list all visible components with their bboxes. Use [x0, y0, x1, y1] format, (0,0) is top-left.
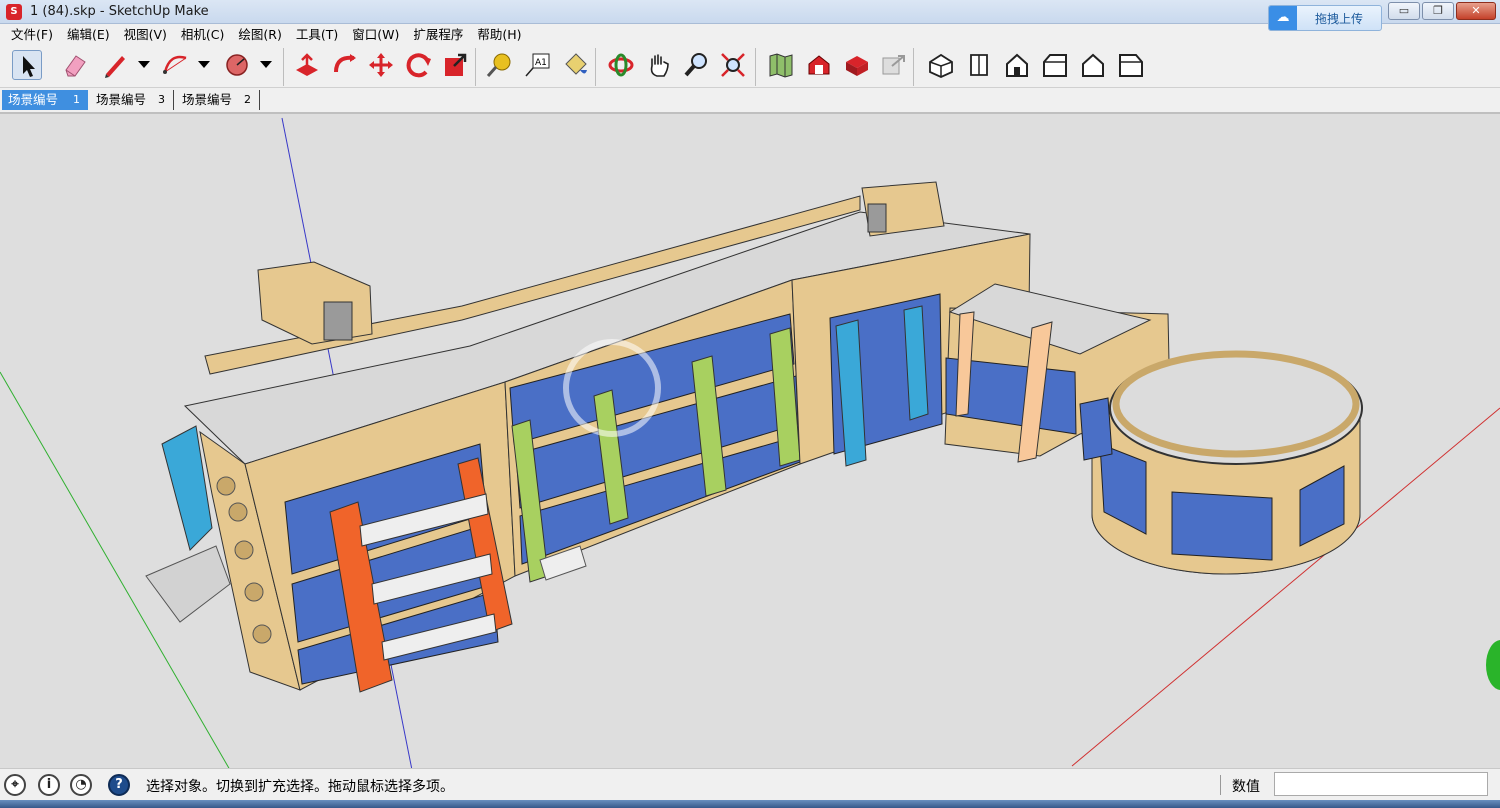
push-pull-tool-icon[interactable] — [292, 50, 322, 80]
scene-tab-3[interactable]: 场景编号 3 — [90, 90, 174, 110]
scene-tab-2[interactable]: 场景编号 2 — [176, 90, 260, 110]
entrance-ramp — [145, 545, 231, 623]
top-view-icon[interactable] — [964, 50, 994, 80]
porthole-window — [234, 540, 254, 560]
minimize-button[interactable]: ▭ — [1388, 2, 1420, 20]
menu-view[interactable]: 视图(V) — [117, 24, 174, 46]
user-icon[interactable]: ◔ — [70, 774, 92, 796]
scene-tab-number: 3 — [158, 93, 165, 106]
orbit-tool-icon[interactable] — [606, 50, 636, 80]
extension-warehouse-icon[interactable] — [842, 50, 872, 80]
front-view-icon[interactable] — [1002, 50, 1032, 80]
left-view-icon[interactable] — [1116, 50, 1146, 80]
scale-tool-icon[interactable] — [440, 50, 470, 80]
zoom-tool-icon[interactable] — [682, 50, 712, 80]
measurement-input[interactable] — [1274, 772, 1488, 796]
line-dropdown-arrow[interactable] — [138, 61, 150, 68]
scene-tab-number: 1 — [73, 93, 80, 106]
pencil-line-tool-icon[interactable] — [100, 50, 130, 80]
pavilion-link-glass — [1079, 397, 1113, 461]
cloud-upload-icon: ☁ — [1269, 6, 1297, 30]
menu-file[interactable]: 文件(F) — [4, 24, 60, 46]
scene-tab-label: 场景编号 — [182, 92, 233, 107]
right-view-icon[interactable] — [1040, 50, 1070, 80]
zoom-extents-tool-icon[interactable] — [718, 50, 748, 80]
porthole-window — [216, 476, 236, 496]
shape-tool-icon[interactable] — [222, 50, 252, 80]
iso-view-icon[interactable] — [926, 50, 956, 80]
stair-tower-right-door — [867, 203, 887, 233]
stair-tower-left — [257, 261, 373, 345]
upload-label: 拖拽上传 — [1315, 11, 1364, 26]
menu-edit[interactable]: 编辑(E) — [60, 24, 117, 46]
scene-tab-label: 场景编号 — [8, 92, 59, 107]
sketchup-logo-icon: S — [6, 4, 22, 20]
close-button[interactable]: ✕ — [1456, 2, 1496, 20]
select-tool-icon[interactable] — [12, 50, 42, 80]
rotate-tool-icon[interactable] — [404, 50, 434, 80]
help-icon[interactable]: ? — [108, 774, 130, 796]
info-icon[interactable]: i — [38, 774, 60, 796]
tape-measure-tool-icon[interactable] — [484, 50, 514, 80]
status-bar: ⌖ i ◔ ? 选择对象。切换到扩充选择。拖动鼠标选择多项。 数值 — [0, 768, 1500, 800]
pavilion-glass-front — [1171, 491, 1273, 561]
window-controls: ▭ ❐ ✕ — [1388, 2, 1496, 20]
menu-window[interactable]: 窗口(W) — [345, 24, 406, 46]
scene-tab-number: 2 — [244, 93, 251, 106]
restore-button[interactable]: ❐ — [1422, 2, 1454, 20]
paint-bucket-tool-icon[interactable] — [560, 50, 590, 80]
location-icon[interactable]: ⌖ — [4, 774, 26, 796]
porthole-window — [244, 582, 264, 602]
arc-tool-icon[interactable] — [160, 50, 190, 80]
shape-dropdown-arrow[interactable] — [260, 61, 272, 68]
measurement-label: 数值 — [1232, 779, 1260, 795]
scene-tab-label: 场景编号 — [96, 92, 147, 107]
move-tool-icon[interactable] — [366, 50, 396, 80]
drag-upload-button[interactable]: ☁ 拖拽上传 — [1268, 5, 1382, 31]
pan-tool-icon[interactable] — [644, 50, 674, 80]
scene-tabs-bar: 场景编号 1 场景编号 3 场景编号 2 — [0, 88, 1500, 112]
window-title: 1 (84).skp - SketchUp Make — [30, 4, 209, 19]
scene-tab-1[interactable]: 场景编号 1 — [2, 90, 88, 110]
menu-extensions[interactable]: 扩展程序 — [406, 24, 470, 46]
main-toolbar: A1 — [0, 46, 1500, 88]
measurement-divider — [1220, 775, 1221, 795]
menu-help[interactable]: 帮助(H) — [470, 24, 528, 46]
text-tool-icon[interactable]: A1 — [522, 50, 552, 80]
status-message: 选择对象。切换到扩充选择。拖动鼠标选择多项。 — [146, 779, 454, 795]
stair-tower-door — [323, 301, 353, 341]
arc-dropdown-arrow[interactable] — [198, 61, 210, 68]
map-location-icon[interactable] — [766, 50, 796, 80]
svg-text:A1: A1 — [535, 58, 547, 68]
menu-camera[interactable]: 相机(C) — [174, 24, 231, 46]
menu-tools[interactable]: 工具(T) — [289, 24, 345, 46]
eraser-tool-icon[interactable] — [60, 50, 90, 80]
menu-draw[interactable]: 绘图(R) — [231, 24, 288, 46]
back-view-icon[interactable] — [1078, 50, 1108, 80]
warehouse-icon[interactable] — [804, 50, 834, 80]
os-taskbar — [0, 800, 1500, 808]
porthole-window — [228, 502, 248, 522]
follow-me-tool-icon[interactable] — [330, 50, 360, 80]
share-model-icon[interactable] — [878, 50, 908, 80]
model-viewport[interactable] — [0, 112, 1500, 768]
porthole-window — [252, 624, 272, 644]
building-model-render — [0, 117, 1500, 768]
